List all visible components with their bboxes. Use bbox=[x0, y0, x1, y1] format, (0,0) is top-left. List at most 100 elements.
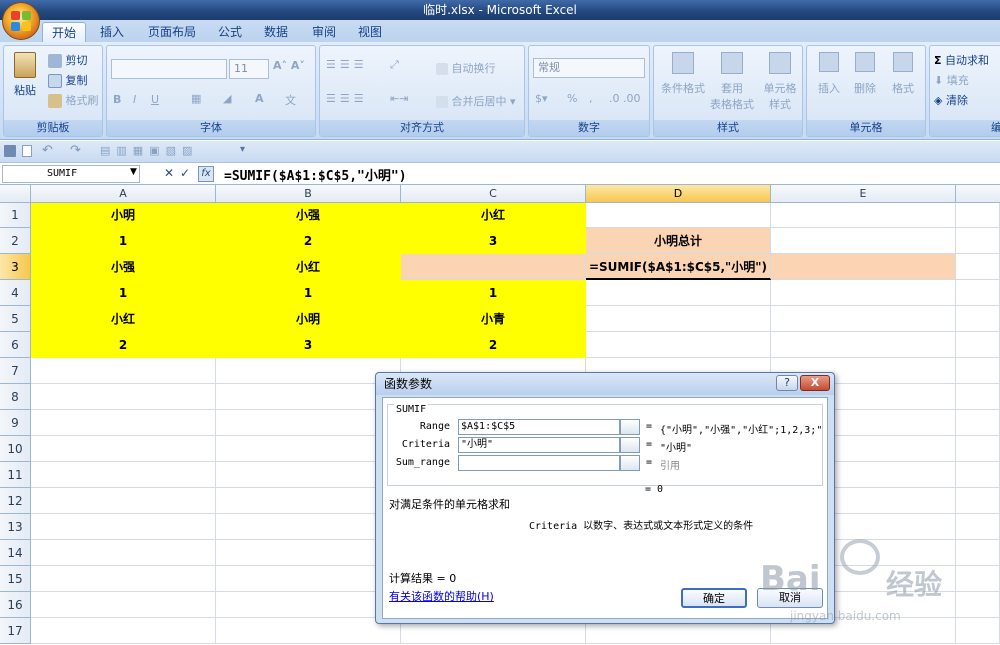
font-name-select[interactable] bbox=[111, 59, 227, 79]
row-header[interactable]: 8 bbox=[0, 384, 31, 410]
cell[interactable] bbox=[956, 618, 1000, 644]
cell[interactable]: 2 bbox=[31, 332, 216, 358]
cell[interactable]: 2 bbox=[401, 332, 586, 358]
redo-icon[interactable]: ↷ bbox=[70, 143, 81, 158]
save-icon[interactable] bbox=[4, 145, 16, 157]
row-header[interactable]: 15 bbox=[0, 566, 31, 592]
cell[interactable] bbox=[216, 488, 401, 514]
cell[interactable]: 小红 bbox=[216, 254, 401, 280]
row-header[interactable]: 14 bbox=[0, 540, 31, 566]
column-header-f[interactable] bbox=[956, 185, 1000, 203]
vertical-align-icons[interactable]: ☰☰☰ bbox=[326, 58, 368, 71]
cell[interactable] bbox=[771, 306, 956, 332]
row-header[interactable]: 11 bbox=[0, 462, 31, 488]
horizontal-align-icons[interactable]: ☰☰☰ bbox=[326, 92, 368, 105]
undo-icon[interactable]: ↶ bbox=[42, 143, 53, 158]
cell[interactable] bbox=[956, 540, 1000, 566]
cell[interactable]: 小红 bbox=[401, 203, 586, 228]
cancel-entry-icon[interactable]: ✕ bbox=[164, 166, 174, 180]
row-header[interactable]: 16 bbox=[0, 592, 31, 618]
cell[interactable] bbox=[771, 203, 956, 228]
tab-view[interactable]: 视图 bbox=[350, 22, 390, 42]
row-header[interactable]: 1 bbox=[0, 203, 31, 228]
autosum-button[interactable]: Σ 自动求和 bbox=[934, 52, 989, 68]
font-size-select[interactable]: 11 bbox=[229, 59, 269, 79]
function-help-link[interactable]: 有关该函数的帮助(H) bbox=[389, 588, 494, 604]
cell-styles-button[interactable]: 单元格 样式 bbox=[758, 52, 802, 112]
confirm-entry-icon[interactable]: ✓ bbox=[180, 166, 190, 180]
row-header[interactable]: 9 bbox=[0, 410, 31, 436]
cell[interactable] bbox=[216, 410, 401, 436]
font-color-icon[interactable]: A bbox=[255, 92, 264, 105]
grow-font-button[interactable]: A˄ A˅ bbox=[273, 59, 305, 72]
ok-button[interactable]: 确定 bbox=[681, 588, 747, 608]
cell[interactable] bbox=[216, 540, 401, 566]
row-header[interactable]: 6 bbox=[0, 332, 31, 358]
cell[interactable]: =SUMIF($A$1:$C$5,"小明") bbox=[586, 254, 771, 280]
cell[interactable] bbox=[771, 254, 956, 280]
select-all-corner[interactable] bbox=[0, 185, 31, 203]
insert-cells-button[interactable]: 插入 bbox=[813, 52, 845, 96]
cell[interactable] bbox=[956, 280, 1000, 306]
name-box-dropdown-icon[interactable]: ▼ bbox=[130, 167, 137, 177]
number-format-select[interactable]: 常规 bbox=[533, 58, 645, 78]
row-header[interactable]: 13 bbox=[0, 514, 31, 540]
cell[interactable]: 1 bbox=[401, 280, 586, 306]
cell[interactable] bbox=[956, 488, 1000, 514]
copy-button[interactable]: 复制 bbox=[48, 72, 88, 88]
cell[interactable] bbox=[956, 332, 1000, 358]
cell[interactable] bbox=[771, 332, 956, 358]
cell[interactable]: 小明 bbox=[31, 203, 216, 228]
cell[interactable]: 1 bbox=[216, 280, 401, 306]
dialog-help-button[interactable]: ? bbox=[776, 375, 798, 391]
column-header-d[interactable]: D bbox=[586, 185, 771, 203]
criteria-collapse-icon[interactable] bbox=[620, 437, 640, 453]
format-painter-button[interactable]: 格式刷 bbox=[48, 92, 99, 108]
cell[interactable] bbox=[956, 358, 1000, 384]
cell[interactable]: 3 bbox=[401, 228, 586, 254]
cell[interactable] bbox=[956, 436, 1000, 462]
cell[interactable] bbox=[956, 254, 1000, 280]
paste-button[interactable]: 粘贴 bbox=[10, 52, 40, 98]
cell[interactable] bbox=[956, 228, 1000, 254]
cell[interactable] bbox=[31, 514, 216, 540]
tab-insert[interactable]: 插入 bbox=[92, 22, 132, 42]
cell[interactable] bbox=[586, 332, 771, 358]
cell[interactable] bbox=[31, 462, 216, 488]
range-collapse-icon[interactable] bbox=[620, 419, 640, 435]
cell[interactable] bbox=[31, 436, 216, 462]
cell[interactable]: 小青 bbox=[401, 306, 586, 332]
conditional-format-button[interactable]: 条件格式 bbox=[658, 52, 708, 96]
cell[interactable] bbox=[401, 254, 586, 280]
cell[interactable] bbox=[216, 384, 401, 410]
merge-center-button[interactable]: 合并后居中 ▾ bbox=[436, 93, 516, 109]
cell[interactable]: 2 bbox=[216, 228, 401, 254]
column-header-c[interactable]: C bbox=[401, 185, 586, 203]
cell[interactable] bbox=[956, 203, 1000, 228]
cell[interactable] bbox=[31, 358, 216, 384]
criteria-input[interactable]: "小明" bbox=[458, 437, 620, 453]
cell[interactable] bbox=[216, 358, 401, 384]
tab-data[interactable]: 数据 bbox=[256, 22, 296, 42]
toolbar-misc-icons[interactable]: ▤▥▦▣▧▨ bbox=[100, 144, 198, 157]
cell[interactable] bbox=[31, 566, 216, 592]
column-header-e[interactable]: E bbox=[771, 185, 956, 203]
cell[interactable] bbox=[956, 514, 1000, 540]
cell[interactable] bbox=[956, 384, 1000, 410]
cell[interactable] bbox=[771, 228, 956, 254]
row-header[interactable]: 3 bbox=[0, 254, 31, 280]
cell[interactable] bbox=[586, 306, 771, 332]
fill-button[interactable]: ⬇ 填充 bbox=[934, 72, 969, 88]
row-header[interactable]: 4 bbox=[0, 280, 31, 306]
row-header[interactable]: 2 bbox=[0, 228, 31, 254]
cell[interactable] bbox=[586, 280, 771, 306]
cell[interactable]: 小明总计 bbox=[586, 228, 771, 254]
phonetic-icon[interactable]: 文 bbox=[285, 92, 296, 108]
tab-home[interactable]: 开始 bbox=[42, 22, 86, 42]
cancel-button[interactable]: 取消 bbox=[757, 588, 823, 608]
cell[interactable] bbox=[216, 436, 401, 462]
indent-icons[interactable]: ⇤⇥ bbox=[390, 92, 408, 105]
currency-icon[interactable]: $▾ bbox=[535, 92, 548, 105]
cell[interactable]: 小明 bbox=[216, 306, 401, 332]
cell[interactable] bbox=[31, 592, 216, 618]
